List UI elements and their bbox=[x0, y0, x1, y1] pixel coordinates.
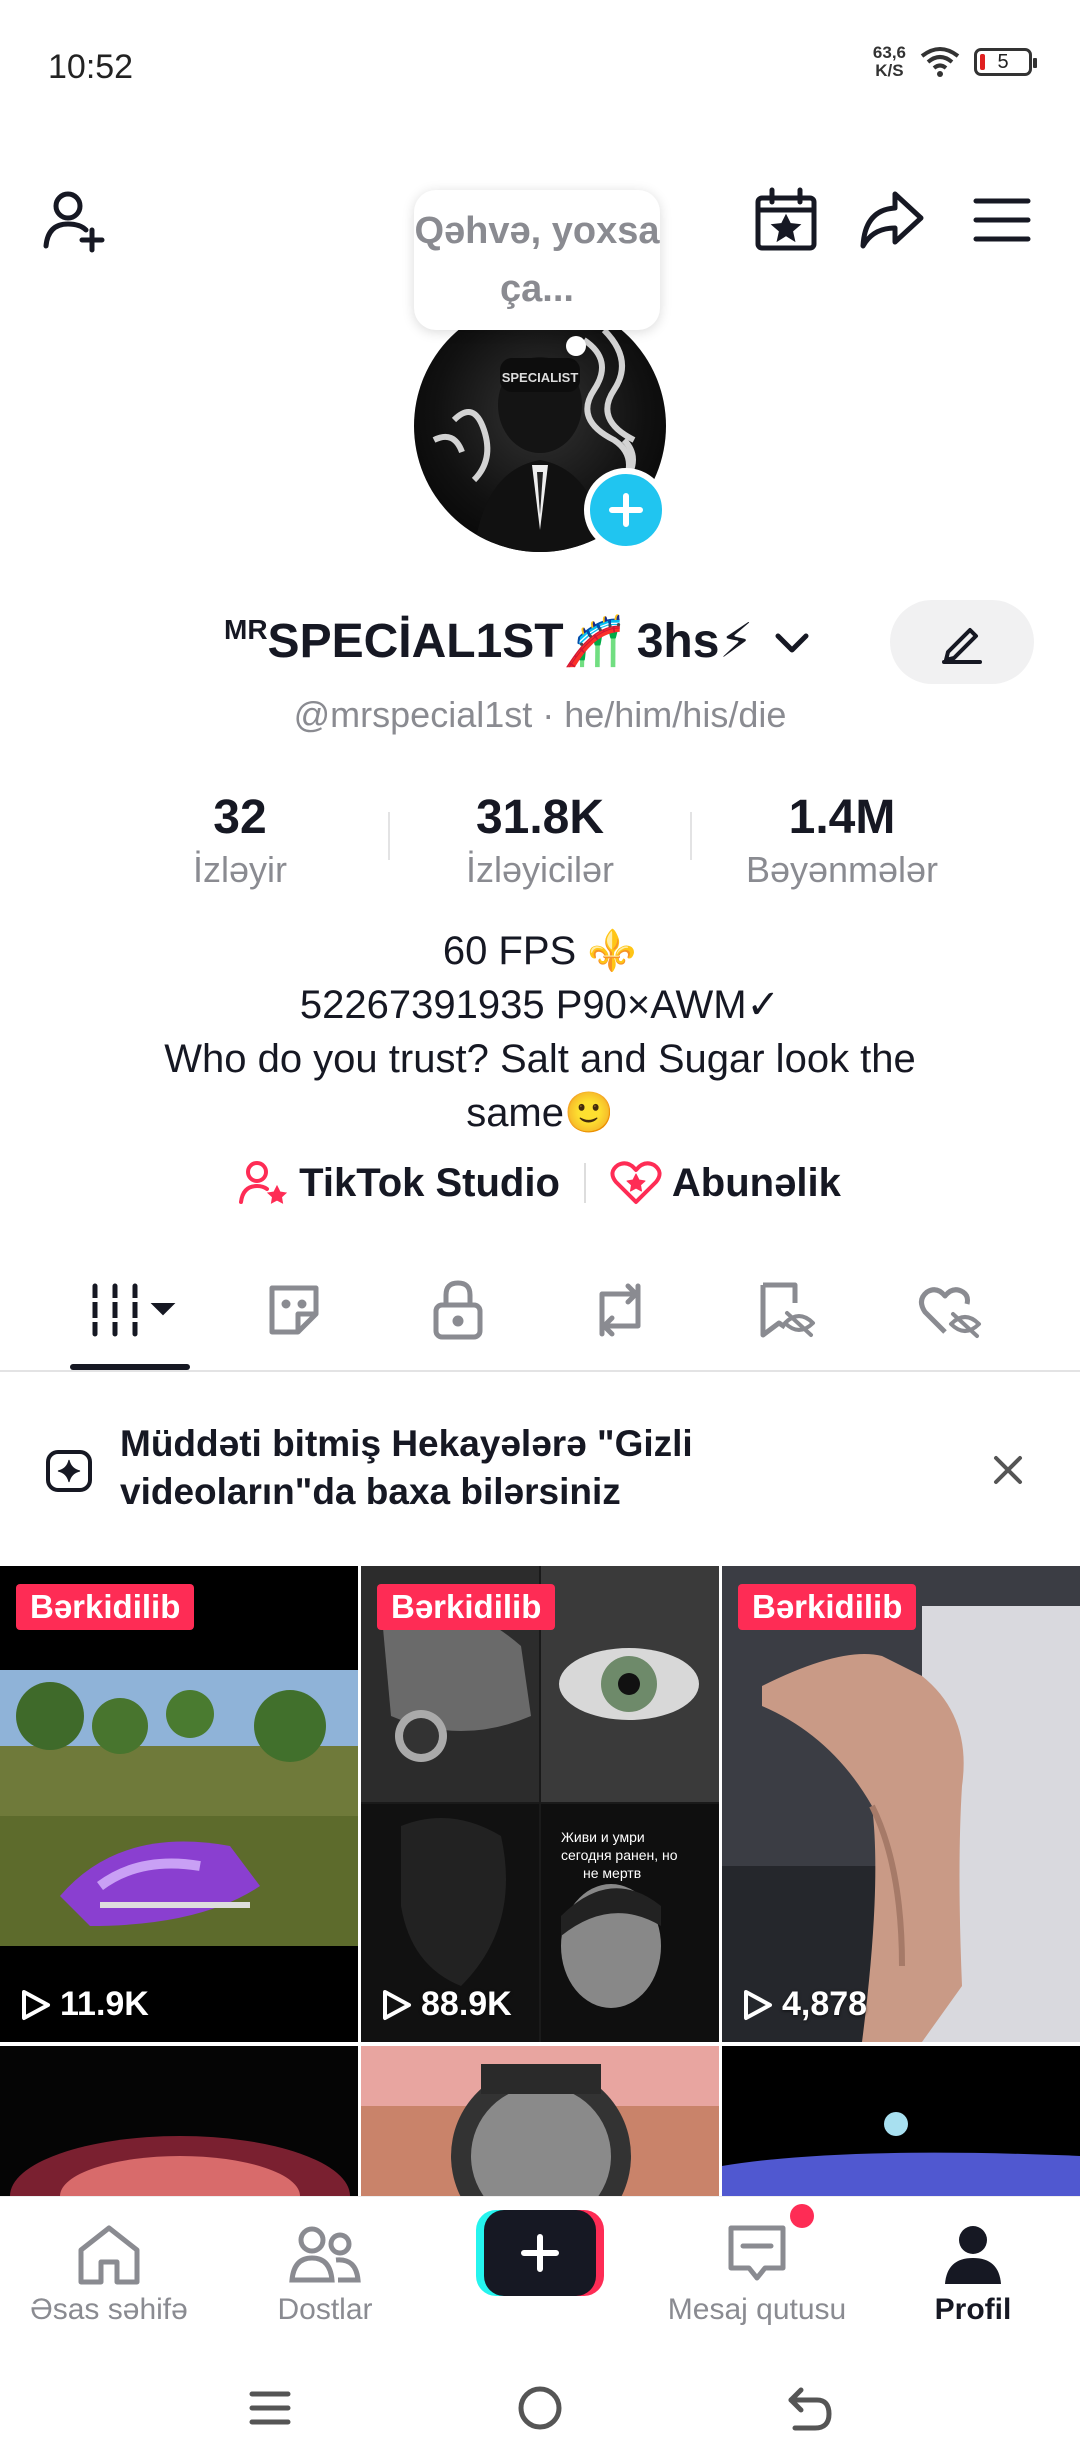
play-icon bbox=[22, 1989, 50, 2020]
system-nav bbox=[0, 2356, 1080, 2460]
repost-icon bbox=[599, 1283, 641, 1337]
stat-following[interactable]: 32 İzləyir bbox=[140, 790, 340, 891]
video-thumbnail[interactable] bbox=[722, 2046, 1080, 2196]
inbox-icon bbox=[728, 2225, 786, 2281]
note-bubble[interactable]: Qəhvə, yoxsa ça... bbox=[414, 190, 660, 330]
bookmark-hidden-icon bbox=[760, 1282, 815, 1338]
nav-profile[interactable]: Profil bbox=[868, 2215, 1078, 2327]
stat-followers[interactable]: 31.8K İzləyicilər bbox=[420, 790, 660, 891]
video-thumbnail[interactable]: Bərkidilib 11.9K bbox=[0, 1566, 358, 2042]
bio: 60 FPS ⚜️ 52267391935 P90×AWM✓ Who do yo… bbox=[164, 929, 916, 1135]
recent-apps-icon[interactable] bbox=[230, 2376, 310, 2440]
play-icon bbox=[744, 1989, 772, 2020]
heart-hidden-icon bbox=[919, 1287, 981, 1338]
sticker-icon bbox=[269, 1285, 319, 1335]
username-prefix: MR bbox=[224, 614, 268, 645]
grid-icon bbox=[89, 1283, 176, 1337]
pencil-icon bbox=[942, 628, 982, 664]
stickers-tab[interactable] bbox=[244, 1270, 344, 1350]
view-count: 4,878 bbox=[740, 1985, 867, 2024]
content-tabs bbox=[0, 1250, 1080, 1370]
tiktok-studio-link[interactable]: TikTok Studio bbox=[239, 1160, 560, 1206]
view-count: 88.9K bbox=[379, 1985, 512, 2024]
battery-icon: 5 bbox=[974, 48, 1037, 76]
profile-stats: 32 İzləyir 31.8K İzləyicilər 1.4M Bəyənm… bbox=[0, 790, 1080, 900]
nav-home[interactable]: Əsas səhifə bbox=[4, 2215, 214, 2327]
private-tab[interactable] bbox=[408, 1270, 508, 1350]
favorites-tab[interactable] bbox=[736, 1270, 836, 1350]
svg-text:не мертв: не мертв bbox=[583, 1865, 641, 1881]
profile-links: TikTok Studio Abunəlik bbox=[0, 1160, 1080, 1206]
video-thumbnail[interactable] bbox=[0, 2046, 358, 2196]
pinned-badge: Bərkidilib bbox=[738, 1584, 917, 1630]
profile-icon bbox=[945, 2226, 1001, 2284]
pinned-badge: Bərkidilib bbox=[16, 1584, 195, 1630]
person-star-icon bbox=[239, 1161, 288, 1204]
liked-tab[interactable] bbox=[900, 1270, 1000, 1350]
video-grid: Bərkidilib 11.9K Живи и умри сегодня ран… bbox=[0, 1566, 1080, 2196]
svg-text:SPECIALIST: SPECIALIST bbox=[502, 370, 579, 385]
video-thumbnail[interactable] bbox=[361, 2046, 719, 2196]
back-icon[interactable] bbox=[770, 2376, 850, 2440]
reposts-tab[interactable] bbox=[570, 1270, 670, 1350]
video-thumbnail[interactable]: Живи и умри сегодня ранен, но не мертв B… bbox=[361, 1566, 719, 2042]
videos-grid-tab[interactable] bbox=[80, 1270, 190, 1350]
svg-text:Живи и умри: Живи и умри bbox=[561, 1829, 645, 1845]
username-text: SPECİAL1ST🎢 3hs⚡ bbox=[267, 615, 754, 668]
chevron-down-icon[interactable] bbox=[772, 630, 812, 658]
net-speed: 63,6 K/S bbox=[872, 43, 906, 80]
pinned-badge: Bərkidilib bbox=[377, 1584, 556, 1630]
wifi-icon bbox=[920, 47, 960, 77]
calendar-star-icon[interactable] bbox=[746, 180, 826, 260]
handle: @mrspecial1st · he/him/his/die bbox=[293, 694, 787, 735]
stat-likes[interactable]: 1.4M Bəyənmələr bbox=[712, 790, 972, 891]
add-avatar-button[interactable] bbox=[584, 468, 668, 552]
home-circle-icon[interactable] bbox=[500, 2376, 580, 2440]
status-icons: 63,6 K/S 5 bbox=[872, 43, 1037, 80]
nav-inbox[interactable]: Mesaj qutusu bbox=[652, 2215, 862, 2327]
username[interactable]: MRSPECİAL1ST🎢 3hs⚡ bbox=[224, 612, 812, 669]
sparkle-box-icon bbox=[46, 1450, 92, 1492]
plus-icon bbox=[521, 2234, 559, 2272]
inbox-notification-dot bbox=[790, 2204, 814, 2228]
play-icon bbox=[383, 1989, 411, 2020]
close-icon[interactable] bbox=[990, 1452, 1026, 1488]
svg-text:сегодня ранен, но: сегодня ранен, но bbox=[561, 1847, 678, 1863]
share-icon[interactable] bbox=[852, 180, 932, 260]
edit-profile-button[interactable] bbox=[890, 600, 1034, 684]
heart-star-icon bbox=[610, 1161, 662, 1204]
friends-icon bbox=[289, 2226, 361, 2283]
subscription-link[interactable]: Abunəlik bbox=[610, 1160, 841, 1206]
video-thumbnail[interactable]: Bərkidilib 4,878 bbox=[722, 1566, 1080, 2042]
lock-icon bbox=[433, 1280, 483, 1340]
notice-text: Müddəti bitmiş Hekayələrə "Gizli videola… bbox=[120, 1423, 693, 1512]
status-time: 10:52 bbox=[48, 48, 134, 86]
menu-icon[interactable] bbox=[962, 180, 1042, 260]
create-button[interactable] bbox=[476, 2210, 604, 2296]
home-icon bbox=[78, 2225, 140, 2285]
nav-friends[interactable]: Dostlar bbox=[220, 2215, 430, 2327]
view-count: 11.9K bbox=[18, 1985, 149, 2024]
add-friend-icon[interactable] bbox=[36, 180, 116, 260]
